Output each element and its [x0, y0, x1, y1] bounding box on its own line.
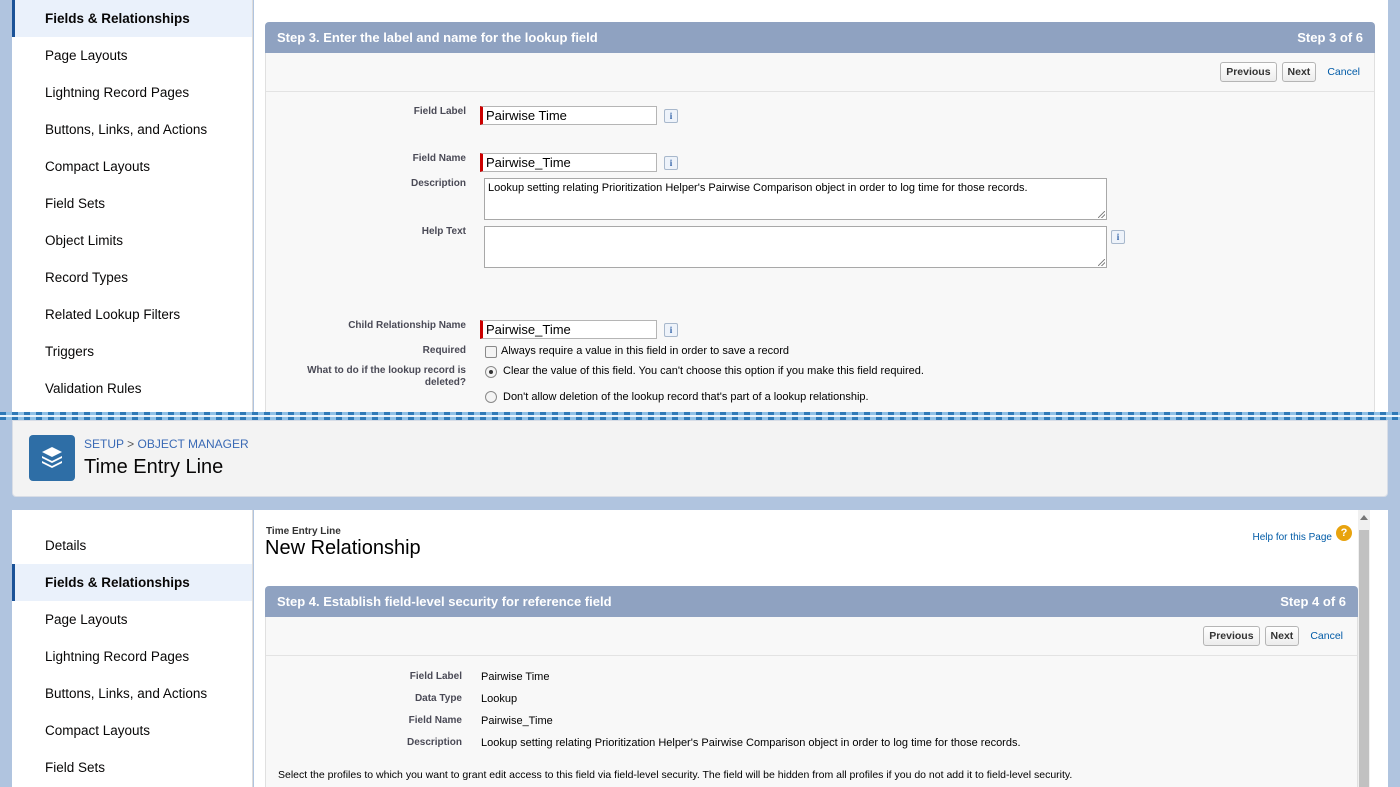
breadcrumb-setup[interactable]: SETUP	[84, 437, 124, 451]
step-title: Step 4. Establish field-level security f…	[277, 594, 612, 609]
clear-value-text: Clear the value of this field. You can't…	[503, 365, 924, 377]
field-name-label: Field Name	[412, 153, 466, 164]
bottom-main: Time Entry Line New Relationship Help fo…	[254, 510, 1388, 787]
sidebar-item-details[interactable]: Details	[12, 527, 252, 564]
breadcrumb: SETUP > OBJECT MANAGER	[84, 437, 249, 451]
step-header: Step 4. Establish field-level security f…	[265, 586, 1358, 617]
button-row: Previous Next Cancel	[1220, 53, 1374, 91]
bottom-panel: SETUP > OBJECT MANAGER Time Entry Line D…	[0, 420, 1400, 787]
description-label: Description	[410, 178, 466, 189]
help-text-label: Help Text	[421, 226, 466, 237]
sidebar-item-compact-layouts[interactable]: Compact Layouts	[12, 712, 252, 749]
child-relationship-label: Child Relationship Name	[348, 320, 466, 331]
sidebar-item-lightning-record-pages[interactable]: Lightning Record Pages	[12, 638, 252, 675]
sidebar-item-buttons-links-actions[interactable]: Buttons, Links, and Actions	[12, 111, 252, 148]
sidebar-item-related-lookup-filters[interactable]: Related Lookup Filters	[12, 296, 252, 333]
top-panel: Fields & Relationships Page Layouts Ligh…	[0, 0, 1400, 412]
sidebar-item-field-sets[interactable]: Field Sets	[12, 749, 252, 786]
next-button[interactable]: Next	[1281, 62, 1317, 82]
lookup-deleted-label: What to do if the lookup record is delet…	[307, 365, 466, 388]
clear-value-radio[interactable]	[485, 366, 497, 378]
object-header: SETUP > OBJECT MANAGER Time Entry Line	[12, 420, 1388, 497]
screenshot-divider	[0, 412, 1400, 420]
field-name-label: Field Name	[408, 715, 462, 726]
info-icon[interactable]: i	[664, 109, 678, 123]
block-deletion-text: Don't allow deletion of the lookup recor…	[503, 391, 869, 403]
required-label: Required	[422, 345, 466, 356]
sidebar-item-fields-relationships[interactable]: Fields & Relationships	[12, 564, 252, 601]
step-count: Step 3 of 6	[1297, 30, 1363, 45]
field-label-value: Pairwise Time	[481, 671, 550, 683]
sidebar-item-object-limits[interactable]: Object Limits	[12, 222, 252, 259]
help-text-textarea[interactable]	[484, 226, 1107, 268]
previous-button[interactable]: Previous	[1203, 626, 1260, 646]
bottom-sidebar: Details Fields & Relationships Page Layo…	[12, 510, 253, 787]
required-checkbox[interactable]	[485, 346, 497, 358]
divider	[266, 91, 1374, 92]
cancel-link[interactable]: Cancel	[1327, 66, 1360, 78]
cancel-link[interactable]: Cancel	[1310, 630, 1343, 642]
scroll-up-arrow-icon[interactable]	[1360, 515, 1368, 520]
page-title: New Relationship	[265, 537, 421, 559]
step-body: Previous Next Cancel Field Label Pairwis…	[265, 53, 1375, 412]
description-textarea[interactable]: Lookup setting relating Prioritization H…	[484, 178, 1107, 220]
next-button[interactable]: Next	[1264, 626, 1300, 646]
previous-button[interactable]: Previous	[1220, 62, 1277, 82]
block-deletion-radio[interactable]	[485, 391, 497, 403]
step-count: Step 4 of 6	[1280, 594, 1346, 609]
breadcrumb-separator: >	[127, 437, 135, 451]
data-type-label: Data Type	[414, 693, 462, 704]
field-label-label: Field Label	[409, 671, 462, 682]
description-value: Lookup setting relating Prioritization H…	[481, 737, 1021, 749]
fls-instructions: Select the profiles to which you want to…	[278, 769, 1073, 781]
help-icon[interactable]: ?	[1336, 525, 1352, 541]
scrollbar[interactable]	[1358, 510, 1370, 787]
scrollbar-thumb[interactable]	[1359, 530, 1369, 787]
breadcrumb-object-manager[interactable]: OBJECT MANAGER	[138, 437, 249, 451]
info-icon[interactable]: i	[664, 156, 678, 170]
sidebar-item-field-sets[interactable]: Field Sets	[12, 185, 252, 222]
step-title: Step 3. Enter the label and name for the…	[277, 30, 598, 45]
top-sidebar: Fields & Relationships Page Layouts Ligh…	[12, 0, 253, 412]
object-label: Time Entry Line	[266, 526, 341, 537]
step-body: Previous Next Cancel Field Label Pairwis…	[265, 617, 1358, 787]
field-label-label: Field Label	[413, 106, 466, 117]
top-main: Step 3. Enter the label and name for the…	[254, 0, 1388, 412]
object-title: Time Entry Line	[84, 456, 224, 478]
data-type-value: Lookup	[481, 693, 518, 705]
field-label-input[interactable]: Pairwise Time	[480, 106, 657, 125]
sidebar-item-record-types[interactable]: Record Types	[12, 259, 252, 296]
info-icon[interactable]: i	[1111, 230, 1125, 244]
help-for-page-link[interactable]: Help for this Page	[1253, 532, 1333, 543]
field-name-input[interactable]: Pairwise_Time	[480, 153, 657, 172]
info-icon[interactable]: i	[664, 323, 678, 337]
sidebar-item-fields-relationships[interactable]: Fields & Relationships	[12, 0, 252, 37]
sidebar-item-compact-layouts[interactable]: Compact Layouts	[12, 148, 252, 185]
field-name-value: Pairwise_Time	[481, 715, 553, 727]
sidebar-item-triggers[interactable]: Triggers	[12, 333, 252, 370]
sidebar-item-page-layouts[interactable]: Page Layouts	[12, 37, 252, 74]
sidebar-item-page-layouts[interactable]: Page Layouts	[12, 601, 252, 638]
divider	[266, 655, 1357, 656]
child-relationship-input[interactable]: Pairwise_Time	[480, 320, 657, 339]
button-row: Previous Next Cancel	[1203, 617, 1357, 655]
sidebar-item-validation-rules[interactable]: Validation Rules	[12, 370, 252, 407]
required-checkbox-text: Always require a value in this field in …	[501, 345, 789, 357]
layers-icon	[29, 435, 75, 481]
step-header: Step 3. Enter the label and name for the…	[265, 22, 1375, 53]
sidebar-item-lightning-record-pages[interactable]: Lightning Record Pages	[12, 74, 252, 111]
description-label: Description	[406, 737, 462, 748]
sidebar-item-buttons-links-actions[interactable]: Buttons, Links, and Actions	[12, 675, 252, 712]
